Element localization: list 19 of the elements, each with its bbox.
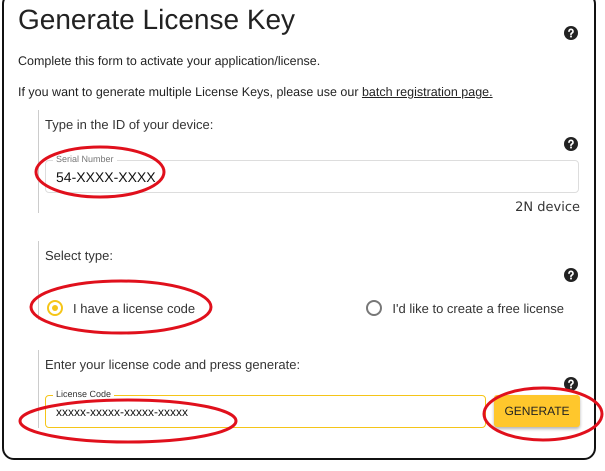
section-label: Type in the ID of your device: — [45, 117, 214, 132]
batch-registration-link[interactable]: batch registration page. — [362, 85, 493, 99]
radio-option[interactable]: I'd like to create a free license — [366, 300, 564, 316]
device-hint: 2N device — [515, 200, 580, 215]
radio-option[interactable]: I have a license code — [47, 300, 196, 316]
section-label: Select type: — [45, 248, 113, 263]
batch-note: If you want to generate multiple License Keys, please use our batch registration page. — [18, 85, 494, 100]
field-label: License Code — [53, 389, 114, 400]
page-title: Generate License Key — [18, 4, 296, 36]
help-icon[interactable] — [564, 377, 578, 391]
intro-text: Complete this form to activate your application/license. — [18, 54, 322, 69]
radio-button[interactable] — [366, 300, 382, 316]
radio-button[interactable] — [47, 300, 63, 316]
help-icon[interactable] — [564, 26, 578, 40]
help-icon[interactable] — [564, 268, 578, 282]
generate-button[interactable]: GENERATE — [494, 395, 580, 427]
field-label: Serial Number — [53, 154, 117, 165]
help-icon[interactable] — [564, 137, 578, 151]
section-label: Enter your license code and press generate: — [45, 357, 300, 372]
